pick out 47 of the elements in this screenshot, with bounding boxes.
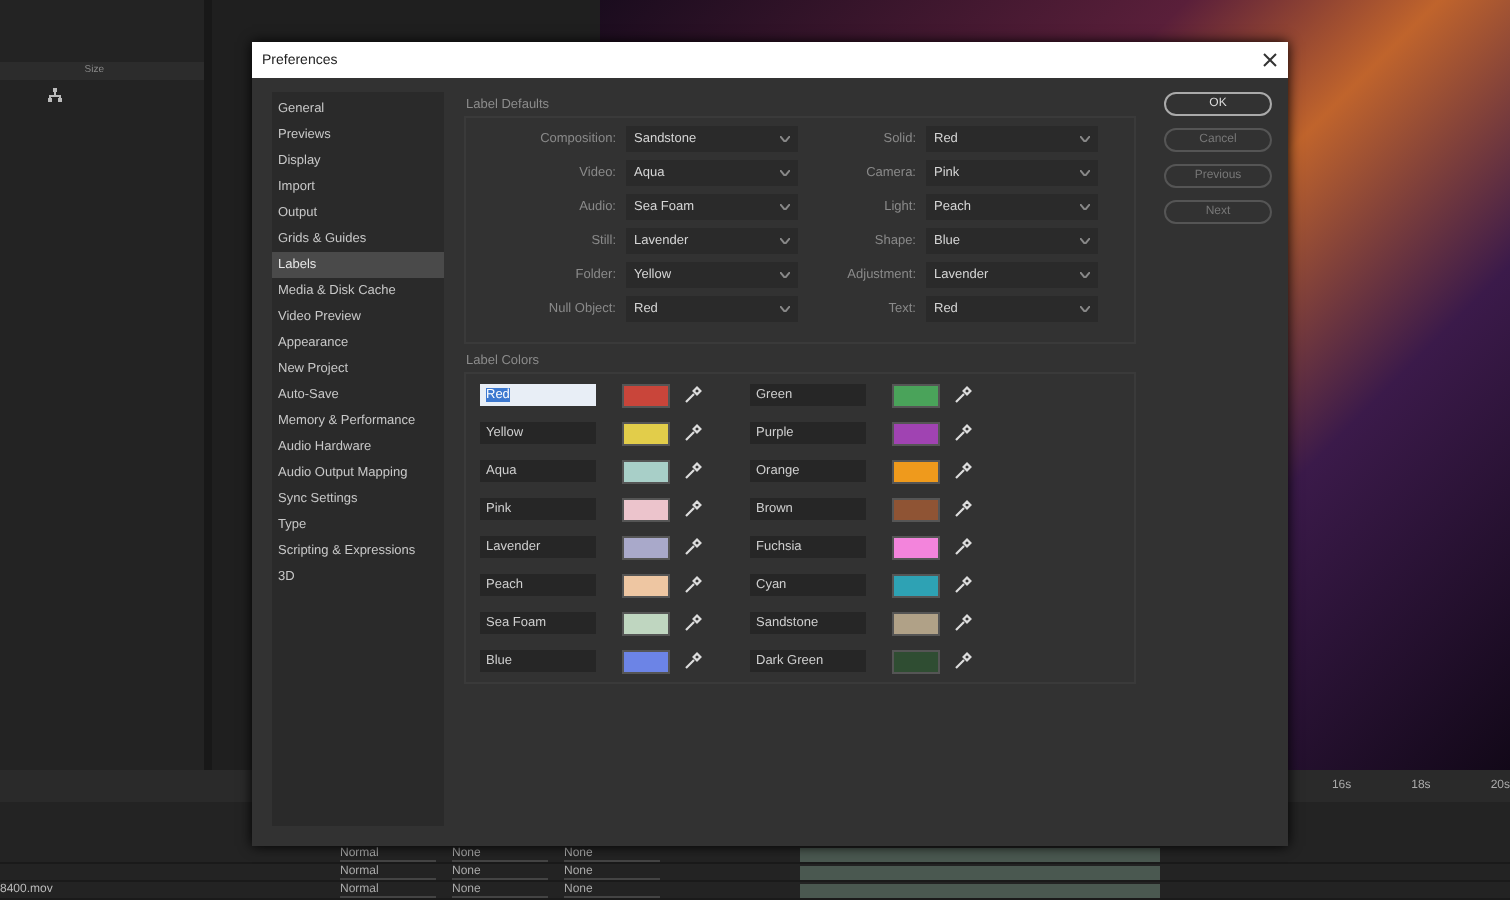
chevron-down-icon[interactable]	[1080, 272, 1090, 278]
layer-duration-bar[interactable]	[800, 847, 1160, 861]
chevron-down-icon[interactable]	[780, 170, 790, 176]
chevron-down-icon[interactable]	[780, 238, 790, 244]
eyedropper-icon[interactable]	[684, 538, 702, 556]
eyedropper-icon[interactable]	[954, 538, 972, 556]
chevron-down-icon[interactable]	[1080, 238, 1090, 244]
color-swatch[interactable]	[892, 649, 940, 673]
color-swatch[interactable]	[622, 383, 670, 407]
color-swatch[interactable]	[622, 497, 670, 521]
color-swatch[interactable]	[622, 611, 670, 635]
color-swatch[interactable]	[892, 459, 940, 483]
color-swatch[interactable]	[622, 535, 670, 559]
color-swatch[interactable]	[622, 649, 670, 673]
eyedropper-icon[interactable]	[684, 424, 702, 442]
color-swatch[interactable]	[892, 497, 940, 521]
eyedropper-icon[interactable]	[954, 500, 972, 518]
color-swatch[interactable]	[892, 421, 940, 445]
eyedropper-icon[interactable]	[684, 576, 702, 594]
chevron-down-icon[interactable]	[1080, 170, 1090, 176]
chevron-down-icon[interactable]	[780, 136, 790, 142]
chevron-down-icon[interactable]	[1080, 204, 1090, 210]
eyedropper-icon[interactable]	[684, 652, 702, 670]
color-swatch[interactable]	[622, 459, 670, 483]
color-swatch[interactable]	[622, 573, 670, 597]
chevron-down-icon[interactable]	[780, 306, 790, 312]
flowchart-icon[interactable]	[48, 88, 62, 102]
eyedropper-icon[interactable]	[684, 500, 702, 518]
eyedropper-icon[interactable]	[954, 462, 972, 480]
eyedropper-icon[interactable]	[684, 462, 702, 480]
eyedropper-icon[interactable]	[954, 386, 972, 404]
color-swatch[interactable]	[892, 383, 940, 407]
eyedropper-icon[interactable]	[684, 614, 702, 632]
eyedropper-icon[interactable]	[954, 576, 972, 594]
chevron-down-icon[interactable]	[1080, 136, 1090, 142]
chevron-down-icon[interactable]	[1080, 306, 1090, 312]
eyedropper-icon[interactable]	[954, 614, 972, 632]
eyedropper-icon[interactable]	[954, 652, 972, 670]
eyedropper-icon[interactable]	[954, 424, 972, 442]
color-swatch[interactable]	[892, 611, 940, 635]
color-swatch[interactable]	[892, 573, 940, 597]
chevron-down-icon[interactable]	[780, 204, 790, 210]
color-swatch[interactable]	[622, 421, 670, 445]
eyedropper-icon[interactable]	[684, 386, 702, 404]
close-icon[interactable]	[1262, 52, 1278, 68]
color-swatch[interactable]	[892, 535, 940, 559]
chevron-down-icon[interactable]	[780, 272, 790, 278]
